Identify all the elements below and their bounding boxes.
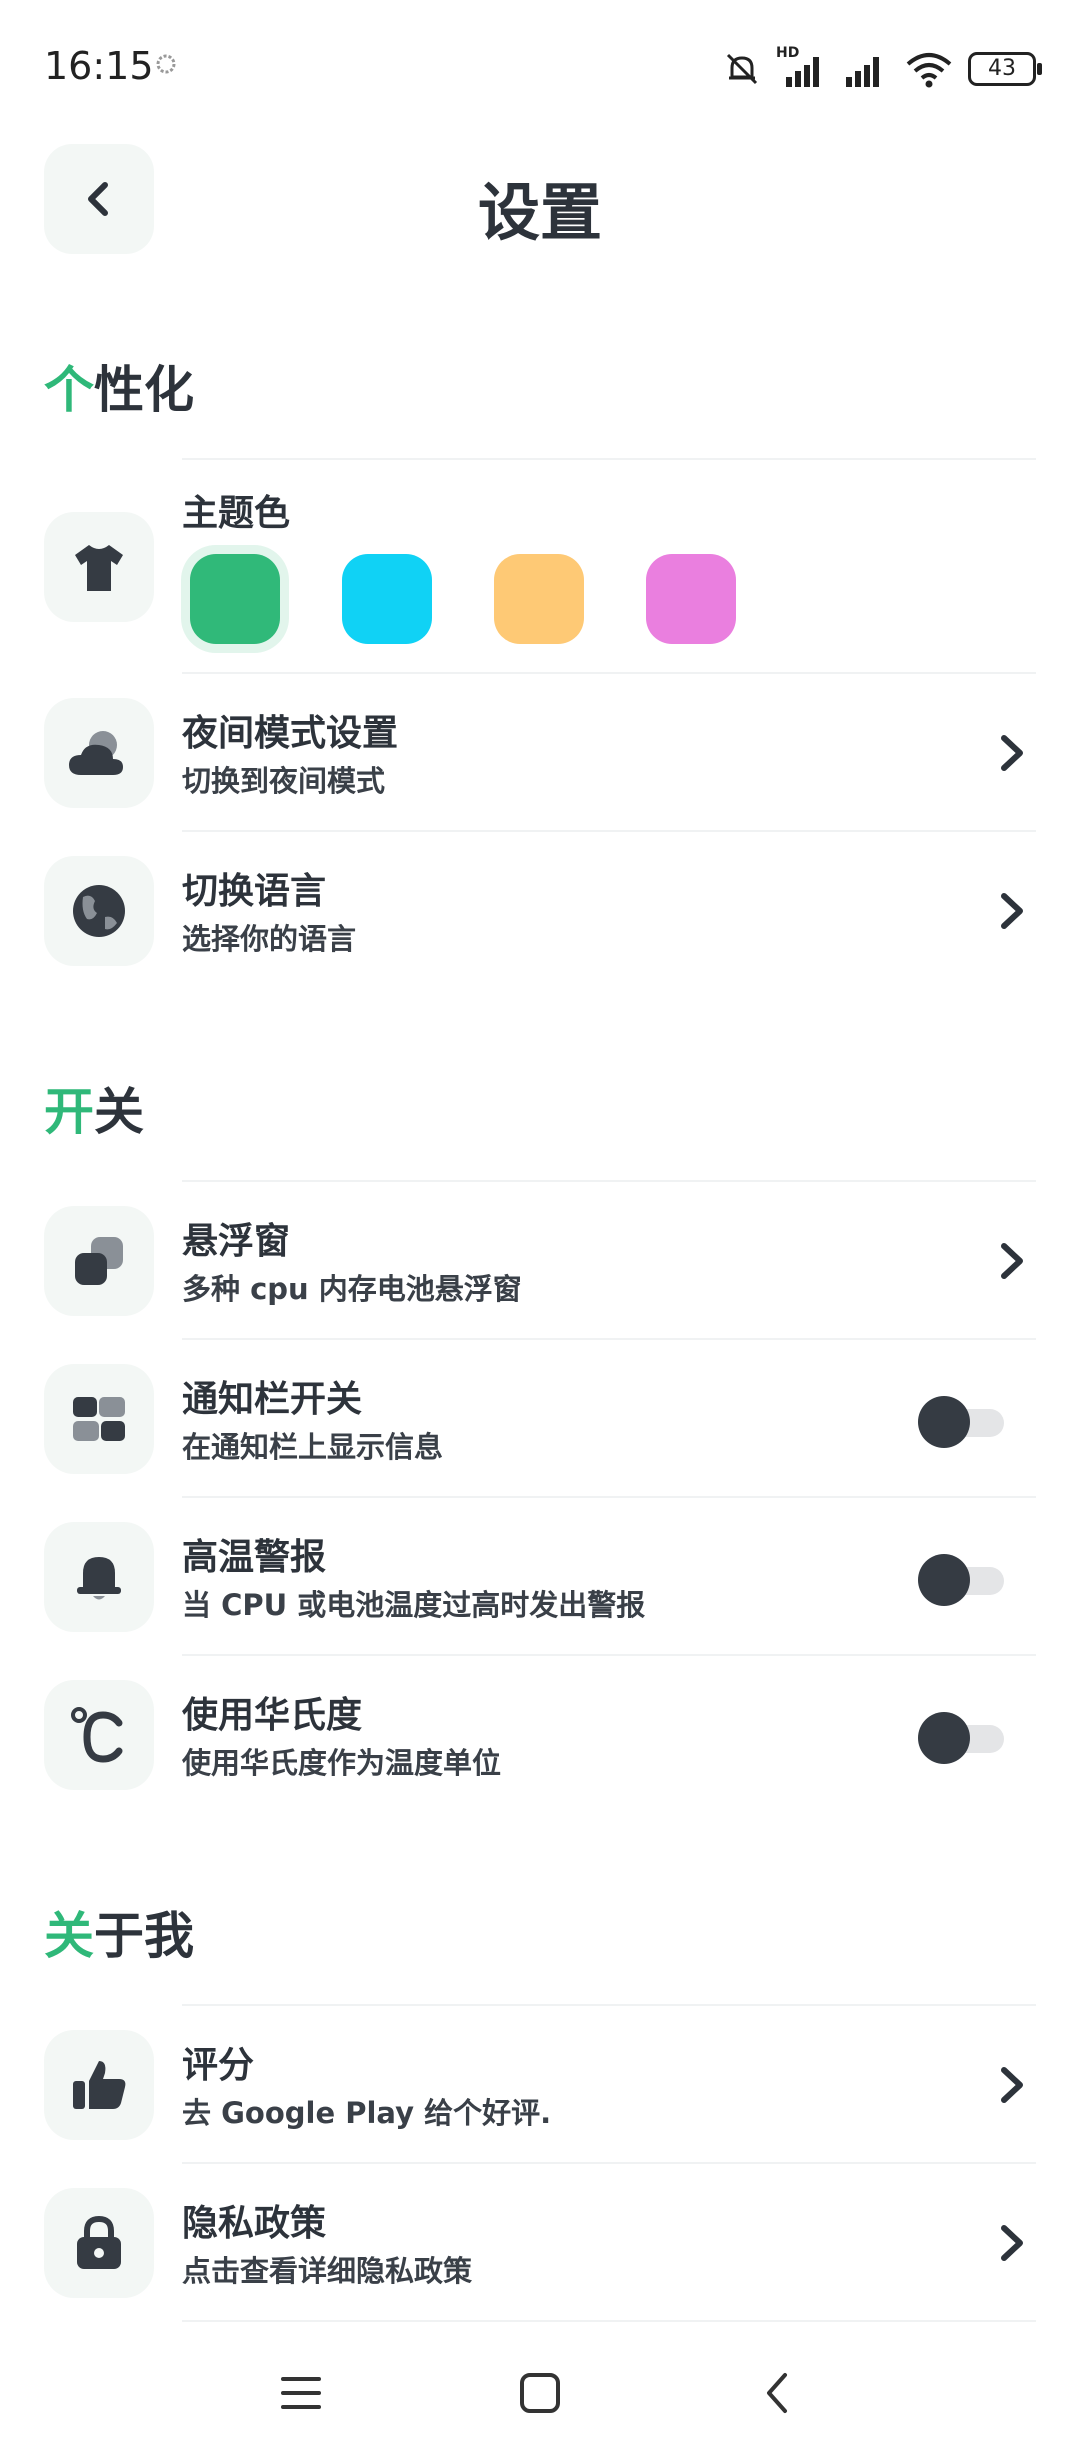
section-personalization: 个性化 (44, 350, 194, 422)
fahrenheit-title: 使用华氏度 (182, 1695, 363, 1736)
chevron-right-icon (1001, 735, 1023, 771)
privacy-title: 隐私政策 (182, 2203, 327, 2244)
notification-switch-subtitle: 在通知栏上显示信息 (182, 1430, 444, 1464)
theme-swatch-orange[interactable] (494, 554, 584, 644)
high-temp-alarm-toggle[interactable] (918, 1554, 1008, 1606)
degree-icon (71, 1707, 123, 1763)
notification-icon-wrap (44, 1364, 154, 1474)
rate-icon-wrap (44, 2030, 154, 2140)
notification-app-icon (156, 54, 176, 74)
back-arrow-icon (767, 2373, 787, 2413)
fahrenheit-icon-wrap (44, 1680, 154, 1790)
privacy-subtitle: 点击查看详细隐私政策 (182, 2254, 473, 2288)
notification-switch-row: 通知栏开关 在通知栏上显示信息 (0, 1340, 1080, 1496)
signal-icon (846, 57, 879, 87)
divider (182, 2320, 1036, 2322)
toggle-knob (918, 1712, 970, 1764)
section-title-rest: 性化 (94, 361, 194, 419)
header: 设置 (0, 140, 1080, 260)
language-subtitle: 选择你的语言 (182, 922, 357, 956)
rate-subtitle: 去 Google Play 给个好评. (182, 2096, 552, 2130)
page-title: 设置 (477, 176, 602, 249)
rate-row[interactable]: 评分 去 Google Play 给个好评. (0, 2006, 1080, 2162)
battery-level: 43 (988, 56, 1016, 81)
nav-back-button[interactable] (744, 2358, 814, 2428)
section-about: 关于我 (44, 1896, 194, 1968)
theme-color-label: 主题色 (182, 493, 291, 534)
wifi-icon (906, 53, 952, 88)
notification-switch-title: 通知栏开关 (182, 1379, 363, 1420)
section-title-rest: 关 (94, 1083, 144, 1141)
signal-hd-icon: HD (776, 45, 826, 89)
toggle-knob (918, 1396, 970, 1448)
float-window-title: 悬浮窗 (182, 1221, 291, 1262)
float-window-subtitle: 多种 cpu 内存电池悬浮窗 (182, 1272, 522, 1306)
system-nav-bar (0, 2330, 1080, 2460)
night-mode-title: 夜间模式设置 (182, 713, 399, 754)
privacy-row[interactable]: 隐私政策 点击查看详细隐私政策 (0, 2164, 1080, 2320)
high-temp-alarm-title: 高温警报 (182, 1537, 327, 1578)
mute-bell-icon (726, 53, 758, 85)
alarm-icon-wrap (44, 1522, 154, 1632)
privacy-icon-wrap (44, 2188, 154, 2298)
section-title-rest: 于我 (94, 1907, 194, 1965)
fahrenheit-toggle[interactable] (918, 1712, 1008, 1764)
fahrenheit-row: 使用华氏度 使用华氏度作为温度单位 (0, 1656, 1080, 1812)
chevron-right-icon (1001, 2067, 1023, 2103)
float-window-row[interactable]: 悬浮窗 多种 cpu 内存电池悬浮窗 (0, 1182, 1080, 1338)
lock-icon (77, 2215, 121, 2269)
home-square-icon (520, 2373, 560, 2413)
nav-home-button[interactable] (505, 2358, 575, 2428)
toggles-icon (73, 1397, 125, 1441)
battery-icon: 43 (968, 52, 1042, 86)
moon-cloud-icon (69, 731, 123, 775)
theme-swatch-pink[interactable] (646, 554, 736, 644)
language-icon-wrap (44, 856, 154, 966)
bell-icon (77, 1557, 121, 1600)
shirt-icon (75, 545, 123, 591)
float-window-icon-wrap (44, 1206, 154, 1316)
status-time: 16:15 (44, 44, 154, 88)
section-accent-char: 关 (44, 1907, 94, 1965)
fahrenheit-subtitle: 使用华氏度作为温度单位 (182, 1746, 502, 1780)
section-accent-char: 开 (44, 1083, 94, 1141)
status-icons: HD 43 (722, 44, 1042, 94)
notification-switch-toggle[interactable] (918, 1396, 1008, 1448)
language-title: 切换语言 (182, 871, 327, 912)
shirt-icon-wrap (44, 512, 154, 622)
globe-icon (73, 885, 125, 937)
chevron-right-icon (1001, 2225, 1023, 2261)
thumbs-up-icon (73, 2061, 126, 2109)
language-row[interactable]: 切换语言 选择你的语言 (0, 832, 1080, 988)
theme-color-row: 主题色 (0, 458, 1080, 668)
theme-swatch-cyan[interactable] (342, 554, 432, 644)
night-mode-subtitle: 切换到夜间模式 (182, 764, 386, 798)
toggle-knob (918, 1554, 970, 1606)
section-switches: 开关 (44, 1072, 144, 1144)
nav-menu-button[interactable] (266, 2358, 336, 2428)
section-accent-char: 个 (44, 361, 94, 419)
high-temp-alarm-subtitle: 当 CPU 或电池温度过高时发出警报 (182, 1588, 646, 1622)
chevron-right-icon (1001, 893, 1023, 929)
night-mode-row[interactable]: 夜间模式设置 切换到夜间模式 (0, 674, 1080, 830)
night-mode-icon-wrap (44, 698, 154, 808)
menu-icon (281, 2377, 321, 2409)
status-bar: 16:15 HD 43 (0, 0, 1080, 140)
layers-icon (75, 1237, 123, 1285)
theme-swatch-green[interactable] (190, 554, 280, 644)
rate-title: 评分 (182, 2045, 255, 2086)
high-temp-alarm-row: 高温警报 当 CPU 或电池温度过高时发出警报 (0, 1498, 1080, 1654)
chevron-right-icon (1001, 1243, 1023, 1279)
